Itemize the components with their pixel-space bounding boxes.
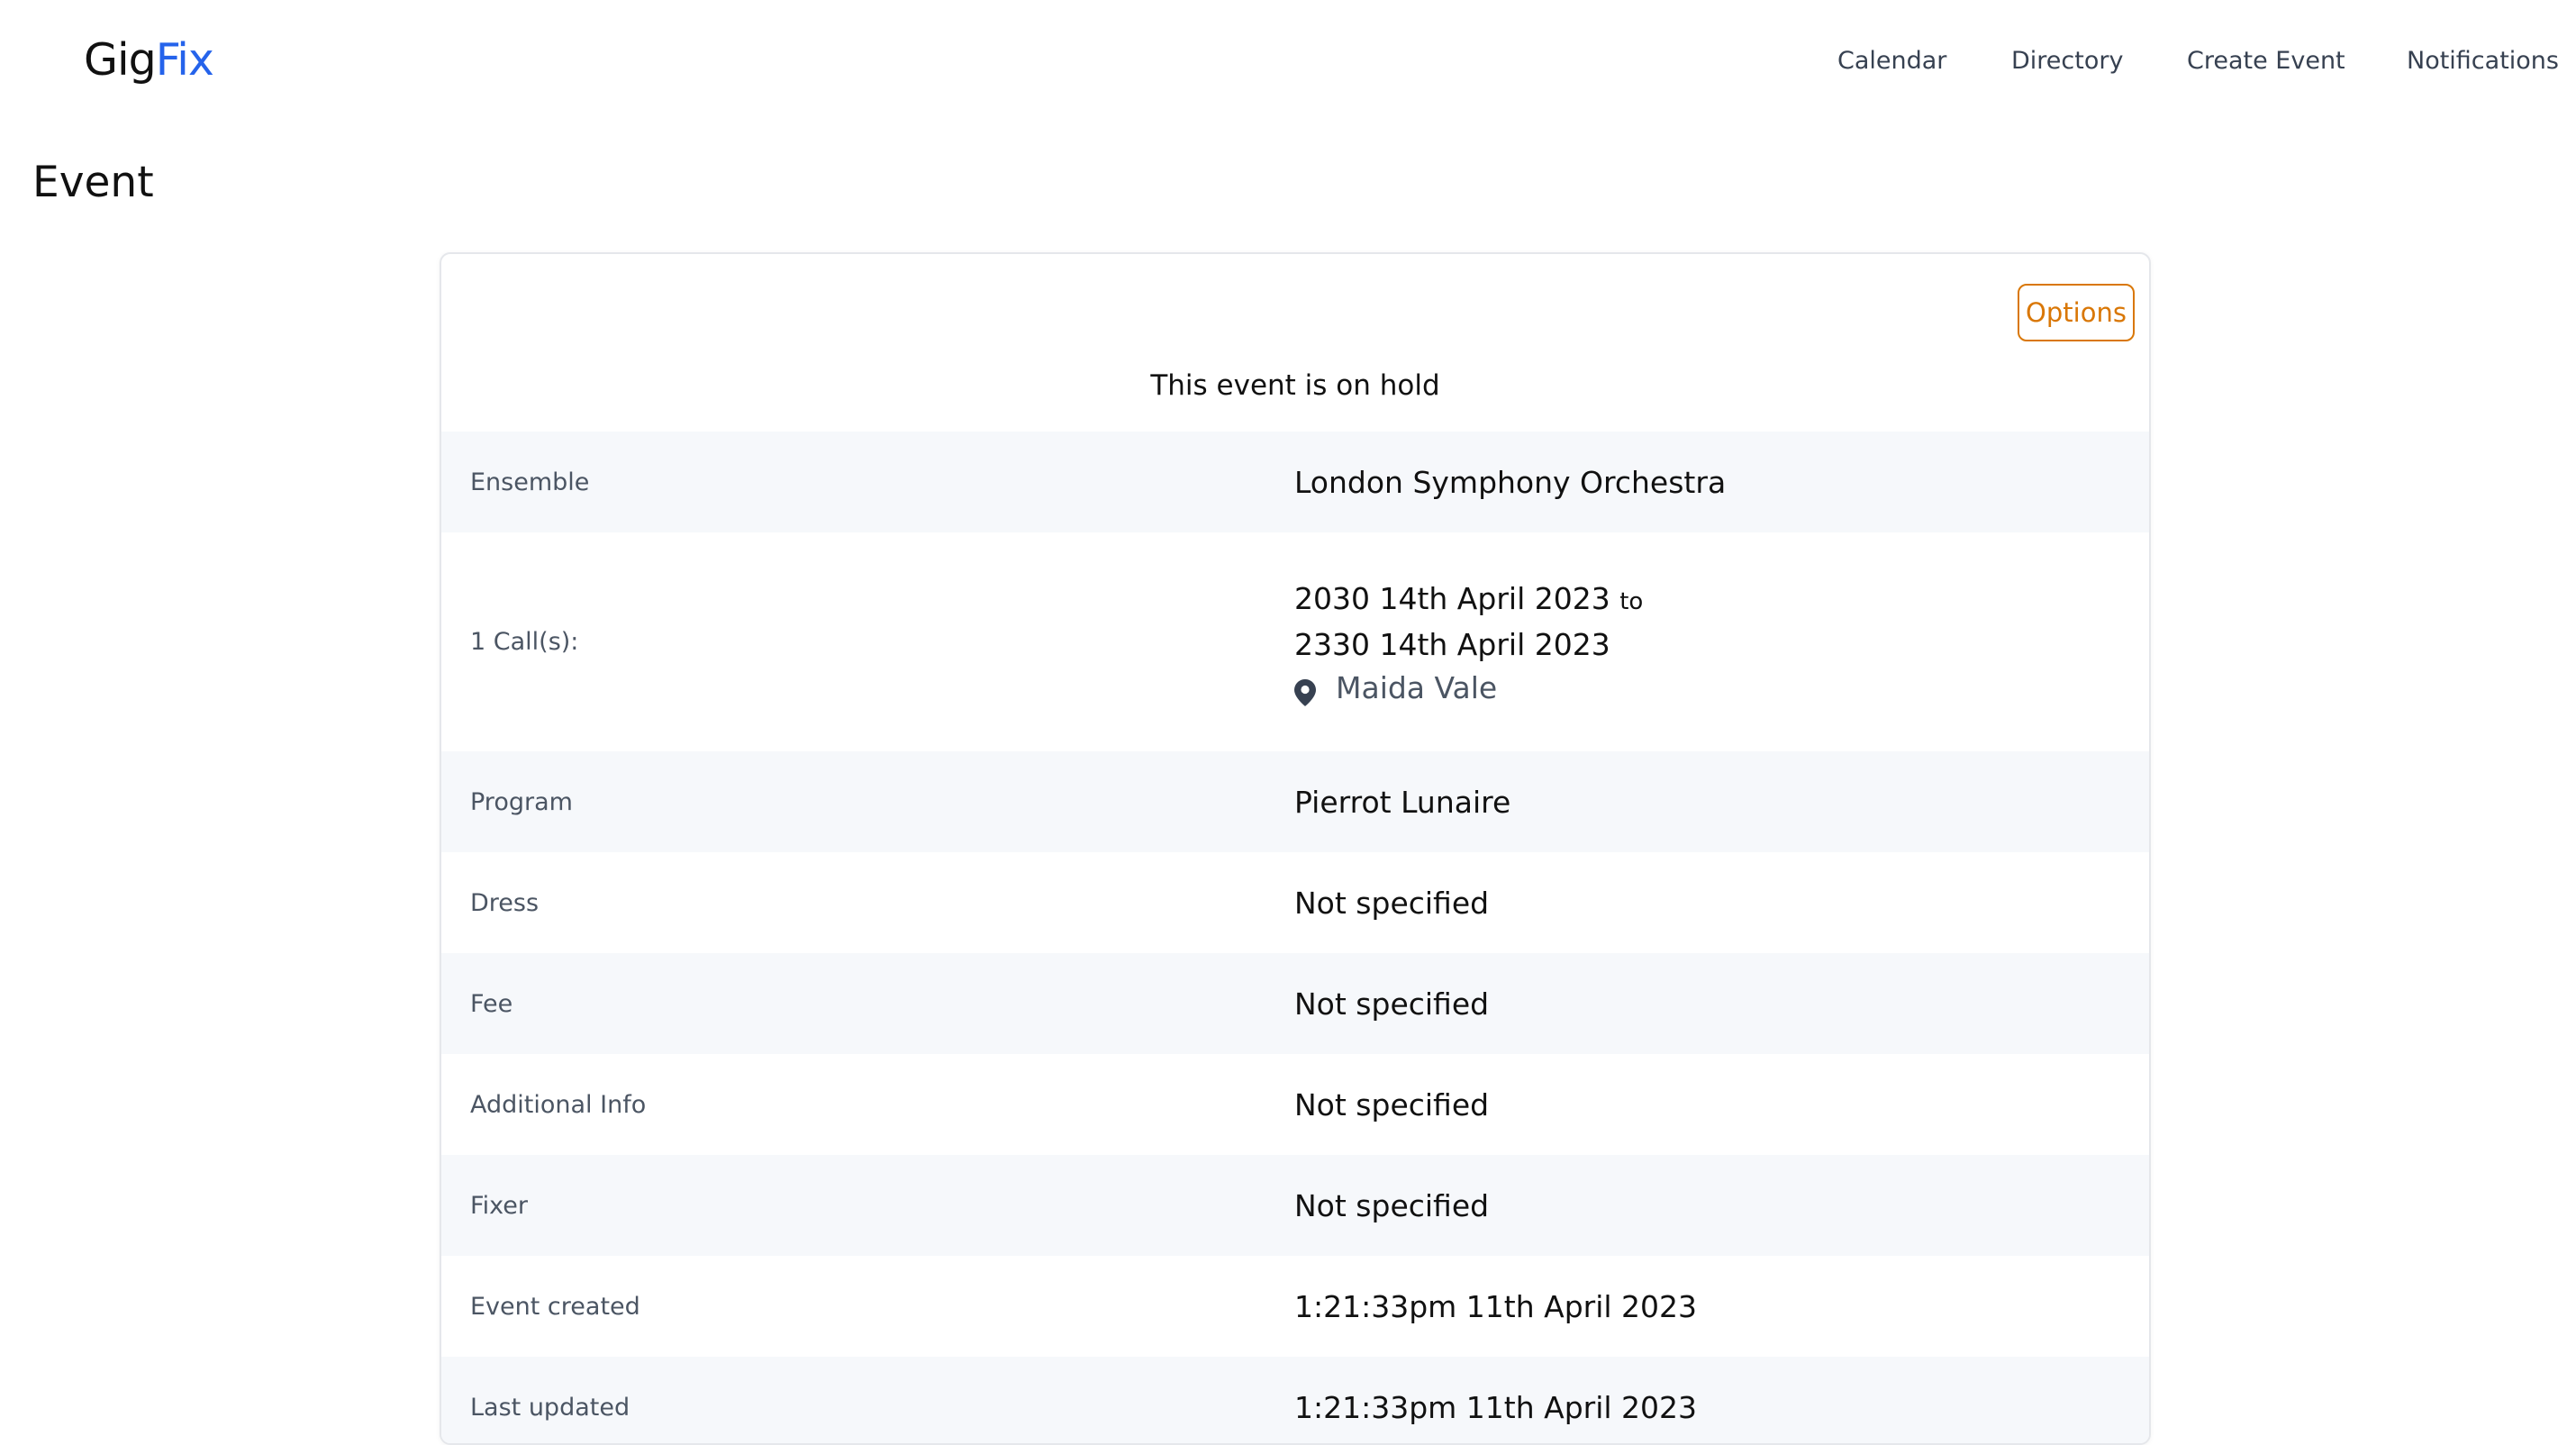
- event-details-table: Ensemble London Symphony Orchestra 1 Cal…: [441, 432, 2149, 1443]
- row-fixer: Fixer Not specified: [441, 1155, 2149, 1256]
- top-navbar: GigFix Calendar Directory Create Event N…: [0, 0, 2576, 128]
- event-card: Options This event is on hold Ensemble L…: [440, 252, 2151, 1445]
- fixer-label: Fixer: [470, 1191, 528, 1220]
- additional-info-label: Additional Info: [470, 1090, 647, 1119]
- nav-calendar[interactable]: Calendar: [1837, 47, 1946, 75]
- additional-info-value: Not specified: [1294, 1086, 1490, 1122]
- row-dress: Dress Not specified: [441, 852, 2149, 953]
- call-start: 2030 14th April 2023: [1294, 581, 1610, 616]
- event-status-text: This event is on hold: [1150, 369, 1440, 402]
- row-calls: 1 Call(s): 2030 14th April 2023 to 2330 …: [441, 532, 2149, 751]
- program-value: Pierrot Lunaire: [1294, 784, 1511, 820]
- call-location: Maida Vale: [1294, 667, 1643, 710]
- map-pin-icon: [1294, 675, 1316, 706]
- call-to-word: to: [1619, 588, 1644, 615]
- program-label: Program: [470, 787, 573, 816]
- options-button[interactable]: Options: [2018, 284, 2135, 341]
- logo-text-gig: Gig: [84, 34, 157, 86]
- ensemble-label: Ensemble: [470, 468, 590, 496]
- event-created-label: Event created: [470, 1292, 640, 1321]
- dress-label: Dress: [470, 888, 540, 917]
- dress-value: Not specified: [1294, 885, 1490, 921]
- page-title: Event: [32, 158, 154, 207]
- logo-text-fix: Fix: [155, 34, 214, 86]
- fee-label: Fee: [470, 989, 513, 1018]
- last-updated-label: Last updated: [470, 1393, 630, 1422]
- row-program: Program Pierrot Lunaire: [441, 751, 2149, 852]
- fee-value: Not specified: [1294, 986, 1490, 1022]
- row-last-updated: Last updated 1:21:33pm 11th April 2023: [441, 1357, 2149, 1443]
- calls-label: 1 Call(s):: [470, 628, 579, 656]
- row-additional-info: Additional Info Not specified: [441, 1054, 2149, 1155]
- last-updated-value: 1:21:33pm 11th April 2023: [1294, 1389, 1698, 1425]
- ensemble-value: London Symphony Orchestra: [1294, 464, 1727, 500]
- row-event-created: Event created 1:21:33pm 11th April 2023: [441, 1256, 2149, 1357]
- nav-directory[interactable]: Directory: [2011, 47, 2123, 75]
- call-end: 2330 14th April 2023: [1294, 627, 1610, 662]
- app-logo[interactable]: GigFix: [84, 34, 214, 86]
- event-created-value: 1:21:33pm 11th April 2023: [1294, 1288, 1698, 1324]
- row-ensemble: Ensemble London Symphony Orchestra: [441, 432, 2149, 532]
- call-location-text: Maida Vale: [1336, 670, 1498, 705]
- nav-notifications[interactable]: Notifications: [2407, 47, 2559, 75]
- fixer-value: Not specified: [1294, 1187, 1490, 1223]
- nav-create-event[interactable]: Create Event: [2187, 47, 2345, 75]
- call-start-line: 2030 14th April 2023 to: [1294, 577, 1643, 623]
- row-fee: Fee Not specified: [441, 953, 2149, 1054]
- call-details: 2030 14th April 2023 to 2330 14th April …: [1294, 577, 1643, 710]
